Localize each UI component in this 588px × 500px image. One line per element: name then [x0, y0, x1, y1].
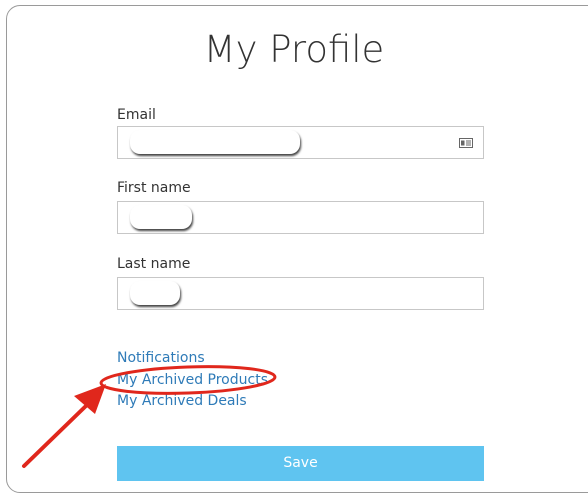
archived-deals-link[interactable]: My Archived Deals	[117, 393, 247, 409]
redacted-value	[130, 205, 192, 229]
last-name-label: Last name	[117, 256, 191, 272]
save-button[interactable]: Save	[117, 446, 484, 481]
profile-card	[6, 5, 588, 493]
first-name-label: First name	[117, 180, 191, 196]
last-name-field[interactable]	[117, 277, 484, 310]
email-label: Email	[117, 107, 156, 123]
redacted-value	[130, 281, 180, 305]
notifications-link[interactable]: Notifications	[117, 350, 205, 366]
redacted-value	[130, 130, 300, 154]
page-title: My Profile	[203, 28, 385, 71]
first-name-field[interactable]	[117, 201, 484, 234]
email-field[interactable]	[117, 126, 484, 159]
contact-card-icon	[459, 138, 473, 148]
archived-products-link[interactable]: My Archived Products	[117, 372, 268, 388]
